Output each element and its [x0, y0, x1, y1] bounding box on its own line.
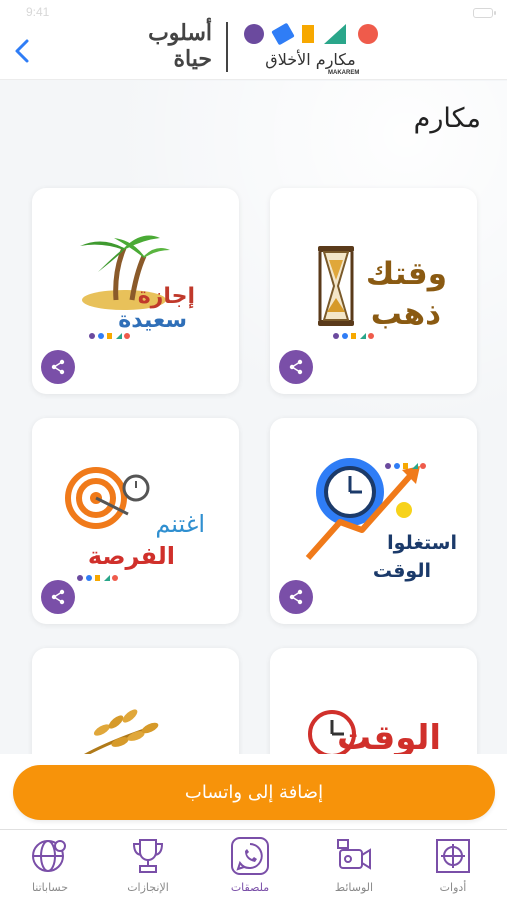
- card-caption-line2: الوقت: [372, 560, 431, 582]
- trophy-icon: [132, 839, 164, 873]
- card-caption-line2: الفرصة: [87, 542, 175, 570]
- makarem-shapes-icon: [244, 23, 378, 45]
- card-caption-line1: الوقت: [337, 718, 441, 754]
- chevron-left-icon: [15, 39, 29, 63]
- lifestyle-logo-line2: حياة: [173, 46, 212, 72]
- card-caption-line1: وقتك: [365, 256, 447, 292]
- logo-divider: [226, 22, 228, 72]
- share-button[interactable]: [41, 350, 75, 384]
- section-title: مكارم: [413, 103, 481, 134]
- tab-label: الوسائط: [334, 881, 374, 894]
- add-to-whatsapp-button[interactable]: إضافة إلى واتساب: [13, 765, 495, 820]
- stickers-content[interactable]: مكارم وقتك ذهب إجازة سعيدة استغلوا الوقت…: [0, 81, 507, 754]
- share-icon: [51, 359, 65, 375]
- lifestyle-logo-line1: أسلوب: [148, 20, 212, 46]
- sticker-card-time-is-gold[interactable]: وقتك ذهب: [270, 188, 477, 394]
- back-button[interactable]: [8, 34, 36, 68]
- share-button[interactable]: [279, 350, 313, 384]
- tab-media[interactable]: الوسائط: [314, 834, 394, 896]
- share-button[interactable]: [279, 580, 313, 614]
- globe-icon: [32, 840, 66, 872]
- sticker-card-seize-the-opportunity[interactable]: اغتنم الفرصة: [32, 418, 239, 624]
- tab-label: ملصقات: [230, 881, 270, 894]
- tab-our-accounts[interactable]: حساباتنا: [10, 834, 90, 896]
- lifestyle-logo: أسلوب حياة: [128, 18, 216, 76]
- share-icon: [289, 589, 303, 605]
- tab-label: الإنجازات: [127, 881, 169, 894]
- battery-icon: [473, 8, 496, 18]
- share-icon: [51, 589, 65, 605]
- share-icon: [289, 359, 303, 375]
- video-camera-icon: [337, 839, 371, 870]
- sticker-card-use-the-time[interactable]: استغلوا الوقت: [270, 418, 477, 624]
- wheat-icon: [84, 709, 159, 754]
- tab-label: حساباتنا: [31, 881, 69, 894]
- brand-sub: MAKAREM: [328, 70, 360, 76]
- card-caption-line1: استغلوا: [387, 532, 457, 554]
- sticker-card-happy-holiday[interactable]: إجازة سعيدة: [32, 188, 239, 394]
- bottom-tab-bar: أدوات الوسائط ملصقات الإنجازات حساباتنا: [0, 829, 507, 900]
- tab-achievements[interactable]: الإنجازات: [108, 834, 188, 896]
- header-logos: أسلوب حياة مكارم الأخلاق MAKAREM: [128, 18, 383, 80]
- tab-stickers[interactable]: ملصقات: [210, 834, 290, 896]
- card-caption-line1: إجازة: [137, 284, 195, 309]
- card-caption-line2: ذهب: [370, 296, 441, 332]
- sticker-card-wheat[interactable]: [32, 648, 239, 754]
- makarem-logo: مكارم الأخلاق MAKAREM: [238, 18, 383, 80]
- sticker-card-the-time[interactable]: الوقت: [270, 648, 477, 754]
- tab-tools[interactable]: أدوات: [413, 834, 493, 896]
- card-caption-line1: اغتنم: [155, 510, 205, 538]
- crosshair-icon: [436, 839, 470, 873]
- app-header: 9:41 أسلوب حياة مكارم الأخلاق MAKAREM: [0, 0, 507, 80]
- status-time: 9:41: [26, 5, 50, 19]
- tab-label: أدوات: [439, 881, 467, 894]
- whatsapp-icon: [231, 837, 269, 875]
- brand-name: مكارم الأخلاق: [265, 50, 356, 69]
- card-caption-line2: سعيدة: [118, 308, 187, 333]
- share-button[interactable]: [41, 580, 75, 614]
